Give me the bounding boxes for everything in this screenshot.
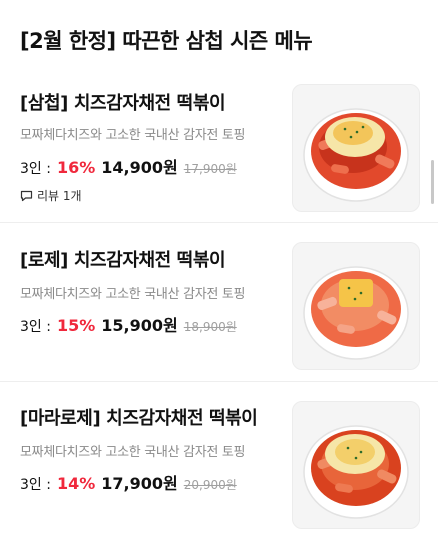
discount-rate: 14% (56, 474, 96, 493)
sale-price: 17,900원 (101, 474, 178, 493)
item-description: 모짜체다치즈와 고소한 국내산 감자전 토핑 (20, 445, 246, 460)
item-photo[interactable] (292, 401, 420, 529)
tteokbokki-photo-icon (303, 425, 409, 519)
price-row: 3인 : 14% 17,900원 20,900원 (20, 470, 237, 494)
scrollbar[interactable] (431, 160, 434, 204)
menu-item-mara-rose[interactable]: [마라로제] 치즈감자채전 떡볶이 모짜체다치즈와 고소한 국내산 감자전 토핑… (0, 0, 438, 540)
servings-label: 3인 : (20, 477, 51, 493)
item-name: [마라로제] 치즈감자채전 떡볶이 (20, 408, 258, 429)
original-price: 20,900원 (183, 478, 237, 492)
